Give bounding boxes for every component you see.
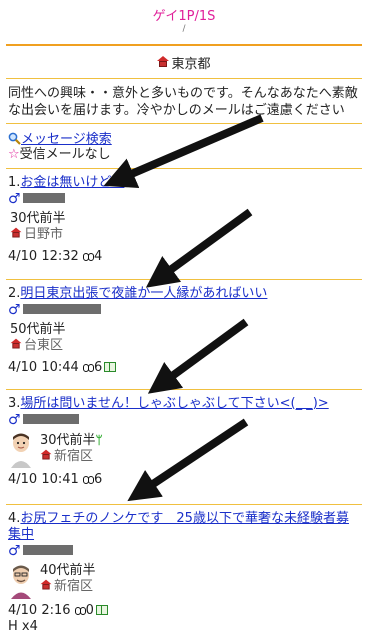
post-title-row: 3.場所は問いません！しゃぶしゃぶして下さい<(_ _)>	[8, 396, 360, 412]
house-icon	[10, 227, 22, 239]
redacted-name	[22, 545, 73, 555]
view-count: 0	[85, 603, 94, 618]
inbox-row: ☆受信メールなし	[8, 147, 360, 162]
age-label: 40代前半	[40, 563, 96, 578]
house-icon	[40, 449, 52, 461]
post-datetime: 4/10 12:32	[8, 249, 79, 264]
redacted-name	[22, 304, 101, 314]
magnifier-icon	[8, 132, 21, 145]
location-label: 日野市	[24, 227, 64, 242]
inbox-status: 受信メールなし	[19, 147, 111, 162]
post-meta: 4/10 10:41 6	[8, 472, 360, 488]
redacted-name	[22, 414, 79, 424]
house-icon	[40, 579, 52, 591]
links-section: メッセージ検索 ☆受信メールなし	[0, 124, 368, 168]
post-item: 1.お金は無いけど… ♂ 30代前半 日野市 4/10 12:32 4	[0, 169, 368, 279]
site-header: ゲイ1P/1S /	[0, 0, 368, 40]
glasses-icon	[82, 252, 94, 261]
poster-row: ♂	[8, 191, 360, 207]
site-title[interactable]: ゲイ1P/1S	[0, 0, 368, 24]
male-icon: ♂	[8, 543, 21, 559]
poster-row: ♂	[8, 302, 360, 318]
post-datetime: 4/10 10:41	[8, 472, 79, 487]
poster-row: ♂	[8, 543, 360, 559]
poster-row: ♂	[8, 412, 360, 428]
post-title-link[interactable]: お金は無いけど…	[20, 175, 124, 190]
post-title-link[interactable]: お尻フェチのノンケです 25歳以下で華奢な未経験者募集中	[8, 511, 349, 542]
footer-label: H x4	[8, 619, 38, 634]
book-icon	[95, 605, 108, 615]
age-label: 30代前半	[10, 211, 66, 226]
post-datetime: 4/10 10:44	[8, 360, 79, 375]
post-item: 4.お尻フェチのノンケです 25歳以下で華奢な未経験者募集中 ♂ 40代前半 新…	[0, 505, 368, 634]
glasses-icon	[74, 606, 86, 615]
post-title-row: 2.明日東京出張で夜誰か一人縁があればいい	[8, 286, 360, 302]
post-title-link[interactable]: 明日東京出張で夜誰か一人縁があればいい	[20, 286, 267, 301]
post-meta: 4/10 2:16 0	[8, 603, 360, 619]
male-icon: ♂	[8, 302, 21, 318]
profile-info: 30代前半ᛘ 新宿区	[8, 432, 360, 468]
location-label: 新宿区	[54, 579, 94, 594]
redacted-name	[22, 193, 65, 203]
message-search-row: メッセージ検索	[8, 132, 360, 147]
avatar[interactable]	[8, 563, 34, 599]
post-title-link[interactable]: 場所は問いません！しゃぶしゃぶして下さい<(_ _)>	[20, 396, 328, 411]
star-icon: ☆	[8, 147, 20, 162]
post-title-row: 4.お尻フェチのノンケです 25歳以下で華奢な未経験者募集中	[8, 511, 360, 543]
post-number: 3.	[8, 396, 21, 411]
view-count: 6	[93, 472, 103, 487]
house-icon	[157, 56, 170, 68]
post-item: 2.明日東京出張で夜誰か一人縁があればいい ♂ 50代前半 台東区 4/10 1…	[0, 280, 368, 389]
region-name: 東京都	[171, 56, 211, 72]
post-datetime: 4/10 2:16	[8, 603, 71, 618]
age-label: 30代前半	[40, 433, 96, 448]
book-icon	[104, 362, 117, 372]
post-number: 2.	[8, 286, 21, 301]
post-meta: 4/10 12:32 4	[8, 249, 360, 265]
profile-info: 50代前半 台東区	[8, 322, 360, 354]
house-icon	[10, 338, 22, 350]
sprout-icon: ᛘ	[95, 433, 103, 447]
post-meta: 4/10 10:44 6	[8, 360, 360, 376]
age-label: 50代前半	[10, 322, 66, 337]
post-item: 3.場所は問いません！しゃぶしゃぶして下さい<(_ _)> ♂ 30代前半ᛘ 新…	[0, 390, 368, 504]
profile-info: 30代前半 日野市	[8, 211, 360, 243]
male-icon: ♂	[8, 412, 21, 428]
message-search-link[interactable]: メッセージ検索	[21, 132, 112, 147]
intro-text: 同性への興味・・意外と多いものです。そんなあなたへ素敵な出会いを届けます。冷やか…	[8, 86, 358, 118]
view-count: 4	[93, 249, 103, 264]
post-title-row: 1.お金は無いけど…	[8, 175, 360, 191]
avatar[interactable]	[8, 432, 34, 468]
post-number: 4.	[8, 511, 21, 526]
male-icon: ♂	[8, 191, 21, 207]
post-number: 1.	[8, 175, 21, 190]
glasses-icon	[82, 363, 94, 372]
glasses-icon	[82, 475, 94, 484]
header-slash: /	[182, 24, 186, 34]
location-label: 台東区	[24, 338, 64, 353]
view-count: 6	[93, 360, 103, 375]
location-label: 新宿区	[54, 449, 94, 464]
region-header: 東京都	[0, 46, 368, 78]
profile-info: 40代前半 新宿区	[8, 563, 360, 599]
